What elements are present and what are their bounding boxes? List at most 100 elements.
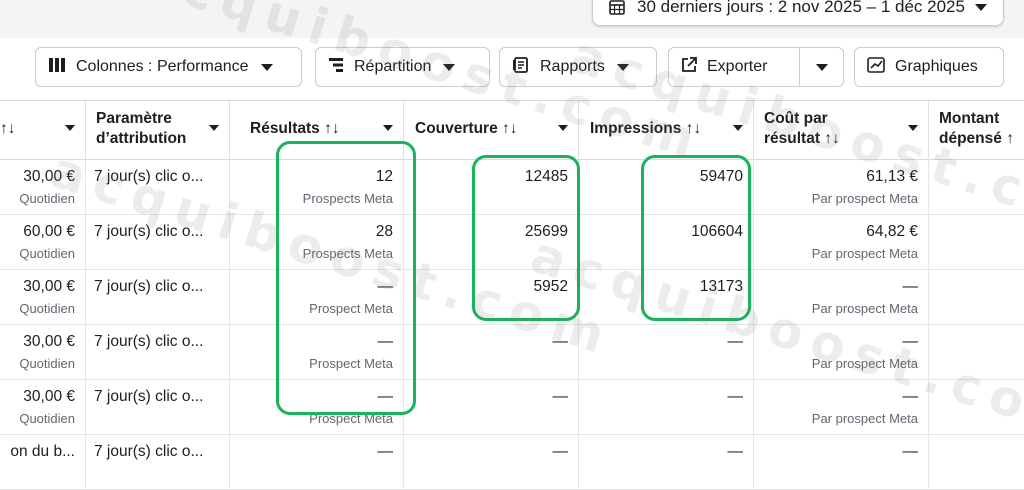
- cell-attribution: 7 jour(s) clic o...: [86, 159, 230, 214]
- export-icon: [681, 56, 697, 78]
- cell-impressions: 106604: [579, 214, 754, 269]
- breakdown-icon: [328, 57, 344, 78]
- columns-label: Colonnes : Performance: [76, 58, 249, 75]
- chevron-down-icon: [443, 63, 456, 71]
- cell-reach: 12485: [404, 159, 579, 214]
- cell-amount-spent: [929, 379, 1024, 434]
- calendar-icon: [609, 0, 625, 15]
- chevron-down-icon: [260, 63, 273, 71]
- cell-results-value: —: [377, 443, 394, 460]
- cell-cost-per-result-subtext: Par prospect Meta: [811, 301, 918, 316]
- cell-cost-per-result: — Par prospect Meta: [754, 269, 929, 324]
- column-cost-per-result-header[interactable]: Coût par résultat ↑↓: [754, 101, 929, 159]
- cell-impressions: —: [579, 434, 754, 489]
- cell-budget-subtext: Quotidien: [19, 191, 75, 206]
- cell-reach-value: —: [552, 388, 569, 405]
- cell-attribution-value: 7 jour(s) clic o...: [94, 443, 204, 460]
- cell-reach: —: [404, 324, 579, 379]
- cell-impressions-value: 59470: [699, 168, 743, 185]
- cell-attribution-value: 7 jour(s) clic o...: [94, 278, 204, 295]
- toolbar: Colonnes : Performance Répartition Rappo…: [0, 38, 1024, 100]
- cell-budget: 60,00 € Quotidien: [0, 214, 86, 269]
- cell-impressions-value: —: [727, 333, 744, 350]
- cell-cost-per-result: 61,13 € Par prospect Meta: [754, 159, 929, 214]
- chevron-down-icon: [558, 125, 568, 131]
- table-row[interactable]: 30,00 € Quotidien 7 jour(s) clic o... — Pros…: [0, 324, 1024, 380]
- top-strip: 30 derniers jours : 2 nov 2025 – 1 déc 2…: [0, 0, 1024, 39]
- cell-results: —: [230, 434, 404, 489]
- columns-button[interactable]: Colonnes : Performance: [35, 47, 302, 87]
- chevron-down-icon: [209, 125, 219, 131]
- chevron-down-icon: [816, 63, 828, 71]
- breakdown-label: Répartition: [354, 58, 432, 75]
- cell-budget-subtext: Quotidien: [19, 246, 75, 261]
- cell-reach-value: —: [552, 333, 569, 350]
- charts-label: Graphiques: [895, 58, 978, 75]
- reports-label: Rapports: [540, 58, 605, 75]
- column-amount-spent-header[interactable]: Montant dépensé ↑: [929, 101, 1024, 159]
- cell-impressions: 59470: [579, 159, 754, 214]
- cell-attribution: 7 jour(s) clic o...: [86, 434, 230, 489]
- column-attribution-header[interactable]: Paramètre d’attribution: [86, 101, 230, 159]
- cell-attribution: 7 jour(s) clic o...: [86, 324, 230, 379]
- export-dropdown-button[interactable]: [800, 48, 844, 86]
- cell-results-value: —: [377, 278, 394, 295]
- cell-cost-per-result: — Par prospect Meta: [754, 379, 929, 434]
- cell-reach-value: —: [552, 443, 569, 460]
- cell-reach: 5952: [404, 269, 579, 324]
- cell-results-subtext: Prospects Meta: [302, 246, 393, 261]
- column-impressions-header[interactable]: Impressions ↑↓: [579, 101, 754, 159]
- date-range-button[interactable]: 30 derniers jours : 2 nov 2025 – 1 déc 2…: [592, 0, 1004, 26]
- columns-icon: [48, 57, 66, 78]
- cell-cost-per-result-value: 64,82 €: [866, 223, 918, 240]
- table-row[interactable]: 30,00 € Quotidien 7 jour(s) clic o... 12 Pro…: [0, 159, 1024, 215]
- cell-attribution-value: 7 jour(s) clic o...: [94, 388, 204, 405]
- chevron-down-icon: [733, 125, 743, 131]
- cell-budget-subtext: Quotidien: [19, 301, 75, 316]
- cell-impressions-value: —: [727, 443, 744, 460]
- cell-results-value: 28: [375, 223, 393, 240]
- cell-results-subtext: Prospect Meta: [309, 301, 393, 316]
- chevron-down-icon: [908, 125, 918, 131]
- cell-cost-per-result-value: —: [902, 388, 919, 405]
- reports-button[interactable]: Rapports: [499, 47, 657, 87]
- charts-button[interactable]: Graphiques: [854, 47, 1004, 87]
- cell-cost-per-result-subtext: Par prospect Meta: [811, 356, 918, 371]
- cell-amount-spent: [929, 159, 1024, 214]
- line-chart-icon: [867, 56, 885, 78]
- cell-budget: 30,00 € Quotidien: [0, 324, 86, 379]
- cell-budget-subtext: Quotidien: [19, 411, 75, 426]
- column-results-header[interactable]: Résultats ↑↓: [230, 101, 404, 159]
- breakdown-button[interactable]: Répartition: [315, 47, 490, 87]
- cell-budget-value: 30,00 €: [23, 333, 75, 350]
- cell-results: 28 Prospects Meta: [230, 214, 404, 269]
- cell-results: — Prospect Meta: [230, 269, 404, 324]
- table-row[interactable]: on du b... 7 jour(s) clic o... — — — —: [0, 434, 1024, 490]
- cell-results-value: 12: [375, 168, 393, 185]
- column-reach-header[interactable]: Couverture ↑↓: [404, 101, 579, 159]
- cell-amount-spent: [929, 434, 1024, 489]
- cell-reach-value: 12485: [524, 168, 568, 185]
- table-row[interactable]: 30,00 € Quotidien 7 jour(s) clic o... — Pros…: [0, 379, 1024, 435]
- cell-cost-per-result-value: —: [902, 278, 919, 295]
- cell-results-value: —: [377, 333, 394, 350]
- export-button[interactable]: Exporter: [669, 48, 799, 86]
- table-row[interactable]: 30,00 € Quotidien 7 jour(s) clic o... — Pros…: [0, 269, 1024, 325]
- cell-results-subtext: Prospects Meta: [302, 191, 393, 206]
- chevron-down-icon: [616, 63, 629, 71]
- column-budget-header[interactable]: ↑↓: [0, 101, 86, 159]
- chevron-down-icon: [975, 3, 987, 11]
- cell-impressions-value: 106604: [691, 223, 743, 240]
- cell-attribution: 7 jour(s) clic o...: [86, 269, 230, 324]
- table-row[interactable]: 60,00 € Quotidien 7 jour(s) clic o... 28 Pro…: [0, 214, 1024, 270]
- cell-attribution-value: 7 jour(s) clic o...: [94, 223, 204, 240]
- export-button-group: Exporter: [668, 47, 844, 87]
- cell-results: 12 Prospects Meta: [230, 159, 404, 214]
- cell-cost-per-result-value: —: [902, 443, 919, 460]
- cell-attribution: 7 jour(s) clic o...: [86, 379, 230, 434]
- cell-reach-value: 5952: [533, 278, 568, 295]
- cell-budget-value: on du b...: [10, 443, 75, 460]
- cell-reach: —: [404, 379, 579, 434]
- cell-budget-value: 30,00 €: [23, 168, 75, 185]
- cell-budget: 30,00 € Quotidien: [0, 269, 86, 324]
